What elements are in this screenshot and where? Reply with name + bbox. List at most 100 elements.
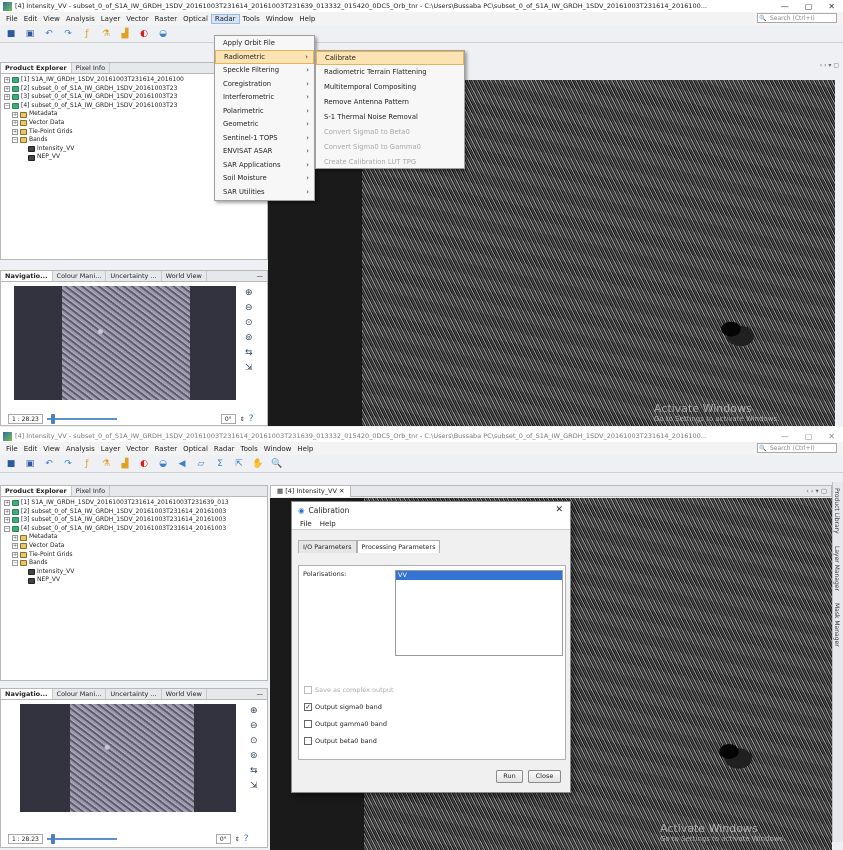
polarisation-option-vv[interactable]: VV <box>396 571 562 580</box>
open-product-icon[interactable]: ■ <box>4 457 18 470</box>
band-maths-icon[interactable]: ƒ <box>80 457 94 470</box>
menu-help[interactable]: Help <box>296 15 318 23</box>
menu-view[interactable]: View <box>40 15 63 23</box>
minimize-button[interactable]: — <box>781 432 789 441</box>
tree-product-1[interactable]: + [1] S1A_IW_GRDH_1SDV_20161003T231614_20… <box>4 499 264 508</box>
close-button[interactable]: ✕ <box>828 432 835 441</box>
sync-views-icon[interactable]: ⇆ <box>245 348 253 358</box>
tab-intensity-vv[interactable]: ▦ [4] Intensity_VV ✕ <box>271 485 352 497</box>
graph-icon[interactable]: ▟ <box>118 457 132 470</box>
menu-item-interferometric[interactable]: Interferometric › <box>215 91 314 105</box>
tree-product-2[interactable]: + [2] subset_0_of_S1A_IW_GRDH_1SDV_201610… <box>4 508 264 517</box>
maximize-button[interactable]: ▢ <box>805 432 813 441</box>
menu-edit[interactable]: Edit <box>21 15 41 23</box>
menu-optical[interactable]: Optical <box>180 445 211 453</box>
menu-item-speckle-filtering[interactable]: Speckle Filtering › <box>215 64 314 78</box>
menu-edit[interactable]: Edit <box>21 445 41 453</box>
sync-cursor-icon[interactable]: ⇲ <box>250 781 258 791</box>
tab-product-explorer[interactable]: Product Explorer <box>1 63 72 73</box>
tab-layer-manager[interactable]: Layer Manager <box>833 540 840 597</box>
statistics-icon[interactable]: Σ <box>213 457 227 470</box>
menu-item-coregistration[interactable]: Coregistration › <box>215 78 314 92</box>
dialog-menu-help[interactable]: Help <box>320 520 336 528</box>
close-dialog-button[interactable]: Close <box>528 770 561 783</box>
menu-analysis[interactable]: Analysis <box>63 445 98 453</box>
tab-navigation[interactable]: Navigatio... <box>1 271 53 281</box>
tab-io-parameters[interactable]: I/O Parameters <box>298 540 357 553</box>
minimize-button[interactable]: — <box>781 2 789 11</box>
navigation-preview-image[interactable] <box>62 286 190 400</box>
output-sigma0-checkbox[interactable]: ✓ Output sigma0 band <box>304 703 382 711</box>
rotation-angle-field[interactable]: 0° <box>215 834 231 844</box>
menu-radar[interactable]: Radar <box>210 13 240 24</box>
tree-product-4[interactable]: − [4] subset_0_of_S1A_IW_GRDH_1SDV_201610… <box>4 525 264 534</box>
menu-window[interactable]: Window <box>261 445 295 453</box>
zoom-out-icon[interactable]: ⊖ <box>245 303 253 313</box>
run-button[interactable]: Run <box>496 770 523 783</box>
scale-field[interactable]: 1 : 28.23 <box>8 414 43 424</box>
maximize-button[interactable]: ▢ <box>805 2 813 11</box>
tab-pixel-info[interactable]: Pixel Info <box>72 63 111 73</box>
tab-world-view[interactable]: World View <box>162 271 207 281</box>
filter-icon[interactable]: ⚗ <box>99 27 113 40</box>
tree-band-intensity-vv[interactable]: Intensity_VV <box>4 568 264 577</box>
zoom-slider[interactable] <box>46 834 117 844</box>
pointer-icon[interactable]: ⇱ <box>232 457 246 470</box>
tab-product-explorer[interactable]: Product Explorer <box>1 486 72 496</box>
layer-icon[interactable]: ◒ <box>156 457 170 470</box>
menu-item-calibrate[interactable]: Calibrate <box>316 51 464 65</box>
menu-item-remove-antenna-pattern[interactable]: Remove Antenna Pattern <box>316 95 464 110</box>
menu-vector[interactable]: Vector <box>123 445 151 453</box>
open-product-icon[interactable]: ■ <box>4 27 18 40</box>
menu-item-sar-applications[interactable]: SAR Applications › <box>215 159 314 173</box>
tab-uncertainty[interactable]: Uncertainty ... <box>106 689 162 699</box>
tab-product-library[interactable]: Product Library <box>833 482 840 540</box>
close-button[interactable]: ✕ <box>828 2 835 11</box>
dialog-close-icon[interactable]: ✕ <box>555 505 563 515</box>
menu-layer[interactable]: Layer <box>98 445 124 453</box>
zoom-all-icon[interactable]: ⊚ <box>245 333 253 343</box>
band-maths-icon[interactable]: ƒ <box>80 27 94 40</box>
menu-item-terrain-flattening[interactable]: Radiometric Terrain Flattening <box>316 65 464 80</box>
menu-file[interactable]: File <box>3 445 21 453</box>
tab-uncertainty[interactable]: Uncertainty ... <box>106 271 162 281</box>
rotation-angle-field[interactable]: 0° <box>220 414 236 424</box>
menu-radar[interactable]: Radar <box>211 445 238 453</box>
zoom-tool-icon[interactable]: 🔍 <box>270 457 284 470</box>
help-icon[interactable]: ? <box>244 834 249 844</box>
menu-item-apply-orbit-file[interactable]: Apply Orbit File <box>215 36 314 50</box>
tab-navigation[interactable]: Navigatio... <box>1 689 53 699</box>
menu-item-multitemporal-compositing[interactable]: Multitemporal Compositing <box>316 80 464 95</box>
view-nav-arrows-icon[interactable]: ‹ › ▾ ▢ <box>820 62 839 69</box>
polarisations-list[interactable]: VV <box>395 570 563 656</box>
tree-metadata[interactable]: + Metadata <box>4 533 264 542</box>
view-nav-arrows-icon[interactable]: ‹ › ▾ ▢ <box>806 487 831 495</box>
undo-icon[interactable]: ↶ <box>42 457 56 470</box>
dialog-menu-file[interactable]: File <box>300 520 312 528</box>
sync-views-icon[interactable]: ⇆ <box>250 766 258 776</box>
tab-pixel-info[interactable]: Pixel Info <box>72 486 111 496</box>
scale-field[interactable]: 1 : 28.23 <box>8 834 43 844</box>
tree-tie-point-grids[interactable]: + Tie-Point Grids <box>4 551 264 560</box>
zoom-pixel-icon[interactable]: ⊙ <box>245 318 253 328</box>
output-gamma0-checkbox[interactable]: Output gamma0 band <box>304 720 387 728</box>
tab-processing-parameters[interactable]: Processing Parameters <box>356 540 441 553</box>
tab-colour-manipulation[interactable]: Colour Mani... <box>53 689 107 699</box>
navigation-preview-image[interactable] <box>70 704 194 812</box>
sync-cursor-icon[interactable]: ⇲ <box>245 363 253 373</box>
menu-tools[interactable]: Tools <box>238 445 261 453</box>
tab-mask-manager[interactable]: Mask Manager <box>833 597 840 653</box>
menu-raster[interactable]: Raster <box>152 15 181 23</box>
tree-bands[interactable]: − Bands <box>4 559 264 568</box>
search-input[interactable]: Search (Ctrl+I) <box>757 443 837 453</box>
rgb-image-icon[interactable]: ◐ <box>137 27 151 40</box>
rgb-image-icon[interactable]: ◐ <box>137 457 151 470</box>
zoom-in-icon[interactable]: ⊕ <box>250 706 258 716</box>
menu-item-soil-moisture[interactable]: Soil Moisture › <box>215 172 314 186</box>
save-icon[interactable]: ▣ <box>23 457 37 470</box>
menu-item-geometric[interactable]: Geometric › <box>215 118 314 132</box>
pan-icon[interactable]: ✋ <box>251 457 265 470</box>
tab-world-view[interactable]: World View <box>162 689 207 699</box>
menu-item-radiometric[interactable]: Radiometric › <box>215 50 314 64</box>
draw-polygon-icon[interactable]: ▱ <box>194 457 208 470</box>
